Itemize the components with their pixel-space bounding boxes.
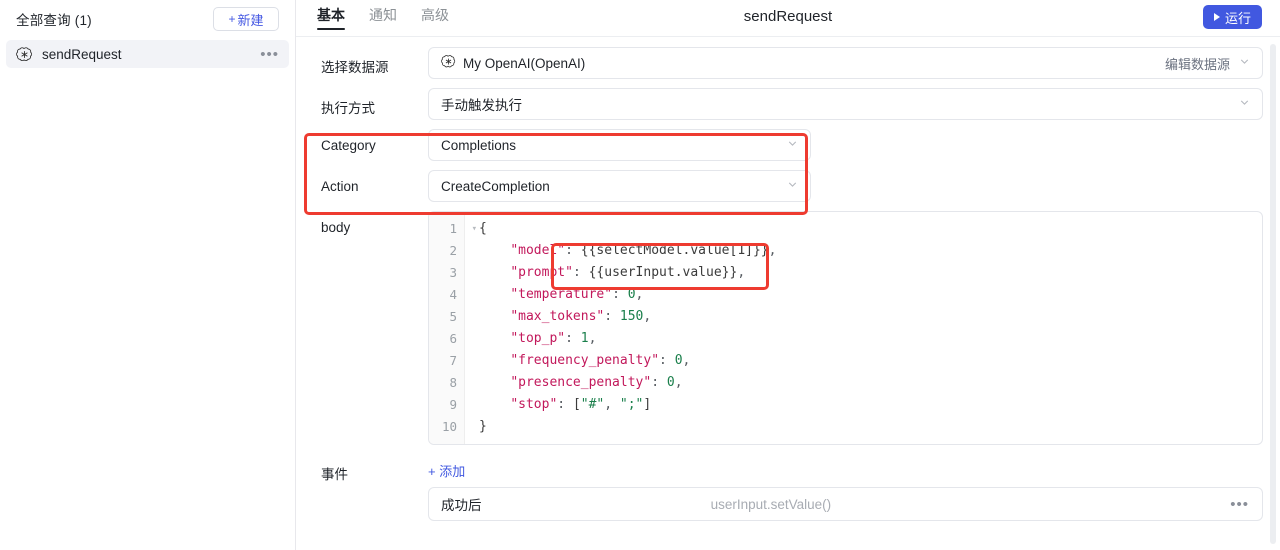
code-line: "prompt": {{userInput.value}}, xyxy=(510,265,746,280)
chevron-down-icon xyxy=(786,137,799,153)
tab-notify[interactable]: 通知 xyxy=(357,0,409,31)
sidebar-title: 全部查询 (1) xyxy=(16,13,92,28)
tab-advanced[interactable]: 高级 xyxy=(409,0,461,31)
sidebar-item-menu-icon[interactable]: ••• xyxy=(260,47,279,62)
line-number: 4 xyxy=(449,287,457,302)
category-select[interactable]: Completions xyxy=(428,129,811,161)
sidebar: 全部查询 (1) + 新建 sendRequest ••• xyxy=(0,0,296,550)
editor-gutter: 1 ▾ 2 3 4 5 6 7 8 9 10 xyxy=(429,212,477,444)
body-label: body xyxy=(321,220,351,235)
tab-basic[interactable]: 基本 xyxy=(305,0,357,31)
row-action: Action CreateCompletion xyxy=(304,170,1263,202)
sidebar-item-label: sendRequest xyxy=(42,46,122,62)
code-line: "temperature": 0, xyxy=(510,287,644,302)
sidebar-item-sendrequest[interactable]: sendRequest ••• xyxy=(6,40,289,68)
execution-value: 手动触发执行 xyxy=(441,98,522,113)
main-panel: 基本 通知 高级 sendRequest 运行 选择数据源 My OpenAI(… xyxy=(296,0,1280,550)
run-button-label: 运行 xyxy=(1224,10,1251,26)
line-number: 6 xyxy=(449,331,457,346)
tab-bar: 基本 通知 高级 xyxy=(296,0,461,31)
action-label: Action xyxy=(321,179,359,194)
execution-label: 执行方式 xyxy=(321,101,375,116)
new-query-button[interactable]: + 新建 xyxy=(213,7,279,31)
topbar: 基本 通知 高级 sendRequest 运行 xyxy=(296,0,1280,37)
new-query-label: 新建 xyxy=(237,12,264,28)
vertical-scrollbar[interactable] xyxy=(1270,44,1276,544)
app-root: 全部查询 (1) + 新建 sendRequest ••• 基本 通知 高级 s… xyxy=(0,0,1280,550)
code-line: "stop": ["#", ";"] xyxy=(510,397,652,412)
code-line: "presence_penalty": 0, xyxy=(510,375,683,390)
row-events: 事件 + 添加 成功后 userInput.setValue() ••• xyxy=(304,454,1263,521)
plus-icon: + xyxy=(228,12,236,26)
event-handler: userInput.setValue() xyxy=(710,496,832,512)
code-editor[interactable]: 1 ▾ 2 3 4 5 6 7 8 9 10 { "model": {{selectModel.va… xyxy=(428,211,1263,445)
row-datasource: 选择数据源 My OpenAI(OpenAI) 编辑数据源 xyxy=(304,47,1263,79)
line-number: 2 xyxy=(449,243,457,258)
line-number: 10 xyxy=(441,419,457,434)
category-label: Category xyxy=(321,138,376,153)
line-number: 3 xyxy=(449,265,457,280)
line-number: 5 xyxy=(449,309,457,324)
events-body: + 添加 成功后 userInput.setValue() ••• xyxy=(428,454,1263,521)
play-icon xyxy=(1213,13,1220,21)
code-line: "model": {{selectModel.value[1]}}, xyxy=(510,243,777,258)
code-line: { xyxy=(479,221,487,236)
event-name: 成功后 xyxy=(441,498,482,513)
row-execution: 执行方式 手动触发执行 xyxy=(304,88,1263,120)
row-category: Category Completions xyxy=(304,129,1263,161)
chevron-down-icon xyxy=(1238,55,1251,71)
code-line: "top_p": 1, xyxy=(510,331,597,346)
datasource-value-wrap: My OpenAI(OpenAI) xyxy=(441,54,1165,72)
events-label: 事件 xyxy=(321,467,348,482)
action-value: CreateCompletion xyxy=(441,178,550,194)
execution-select[interactable]: 手动触发执行 xyxy=(428,88,1263,120)
form-area: 选择数据源 My OpenAI(OpenAI) 编辑数据源 执行方式 手动触发执… xyxy=(296,37,1280,521)
event-menu-icon[interactable]: ••• xyxy=(1230,497,1249,512)
action-select[interactable]: CreateCompletion xyxy=(428,170,811,202)
chevron-down-icon xyxy=(786,178,799,194)
openai-icon xyxy=(441,54,456,72)
add-event-link[interactable]: + 添加 xyxy=(428,454,465,480)
chevron-down-icon xyxy=(1238,96,1251,112)
sidebar-header: 全部查询 (1) + 新建 xyxy=(0,0,295,38)
line-number: 1 ▾ xyxy=(429,218,477,240)
datasource-value: My OpenAI(OpenAI) xyxy=(463,55,586,71)
openai-icon xyxy=(16,46,33,63)
event-row[interactable]: 成功后 userInput.setValue() ••• xyxy=(428,487,1263,521)
run-button[interactable]: 运行 xyxy=(1202,5,1262,29)
edit-datasource-link[interactable]: 编辑数据源 xyxy=(1165,54,1230,73)
editor-code[interactable]: { "model": {{selectModel.value[1]}}, "pr… xyxy=(465,212,1262,444)
code-line: } xyxy=(479,419,487,434)
row-body: body 1 ▾ 2 3 4 5 6 7 8 9 10 { "model": {{selectMod… xyxy=(304,211,1263,445)
datasource-select[interactable]: My OpenAI(OpenAI) 编辑数据源 xyxy=(428,47,1263,79)
line-number: 8 xyxy=(449,375,457,390)
line-number: 9 xyxy=(449,397,457,412)
category-value: Completions xyxy=(441,137,517,153)
code-line: "frequency_penalty": 0, xyxy=(510,353,691,368)
datasource-label: 选择数据源 xyxy=(321,60,389,75)
line-number: 7 xyxy=(449,353,457,368)
code-line: "max_tokens": 150, xyxy=(510,309,652,324)
